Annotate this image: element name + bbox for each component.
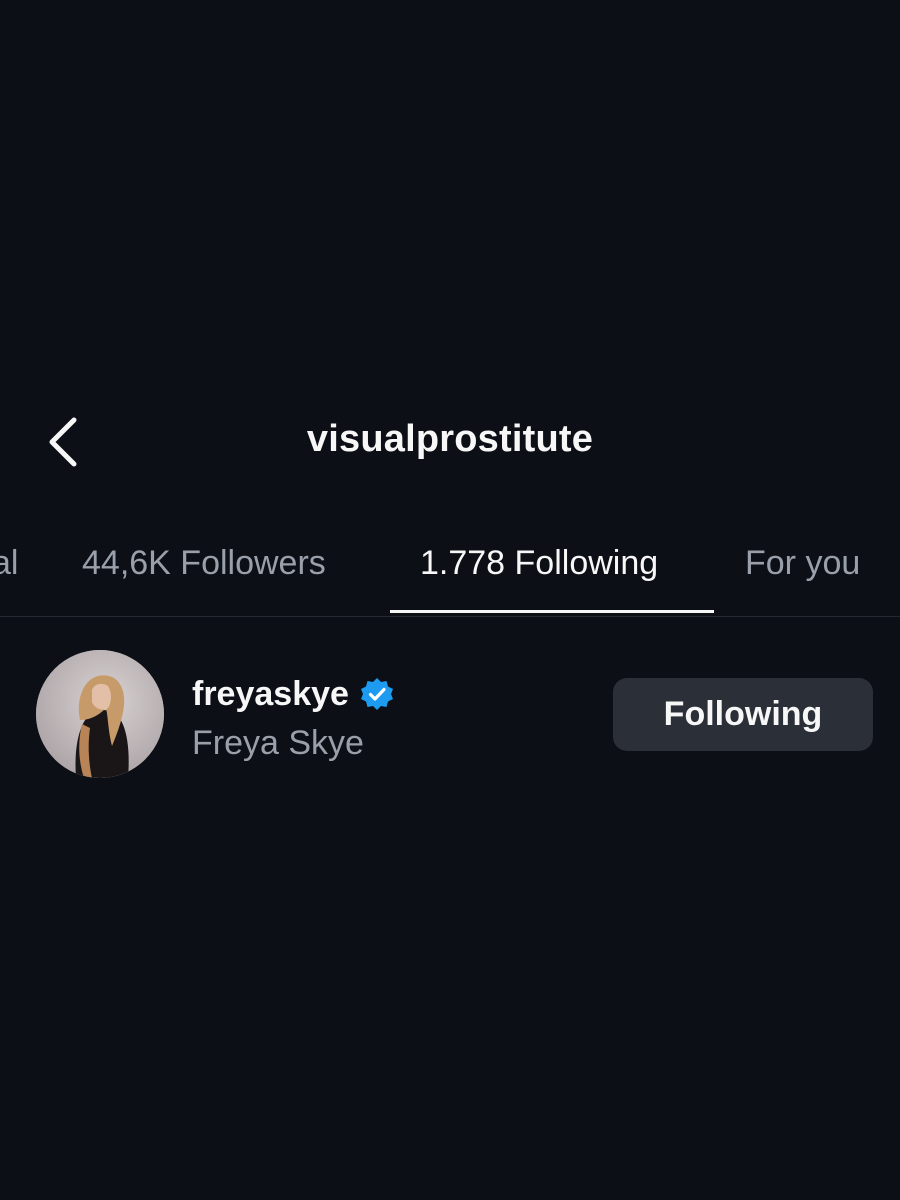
active-tab-indicator bbox=[390, 610, 714, 613]
top-bar: visualprostitute bbox=[0, 400, 900, 484]
tab-following[interactable]: 1.778 Following bbox=[420, 544, 658, 583]
following-screen: visualprostitute al 44,6K Followers 1.77… bbox=[0, 0, 900, 1200]
tab-partial[interactable]: al bbox=[0, 544, 18, 583]
verified-badge-icon bbox=[359, 676, 395, 712]
page-title: visualprostitute bbox=[306, 418, 594, 460]
username: freyaskye bbox=[192, 674, 349, 713]
avatar[interactable] bbox=[36, 650, 164, 778]
avatar-photo bbox=[36, 650, 164, 778]
following-button[interactable]: Following bbox=[613, 678, 873, 751]
username-link[interactable]: freyaskye bbox=[192, 672, 395, 716]
tab-for-you[interactable]: For you bbox=[745, 544, 860, 583]
full-name: Freya Skye bbox=[192, 724, 364, 762]
list-item[interactable]: freyaskye Freya Skye Following bbox=[0, 650, 900, 780]
tab-bar: al 44,6K Followers 1.778 Following For y… bbox=[0, 520, 900, 617]
tab-followers[interactable]: 44,6K Followers bbox=[82, 544, 326, 583]
